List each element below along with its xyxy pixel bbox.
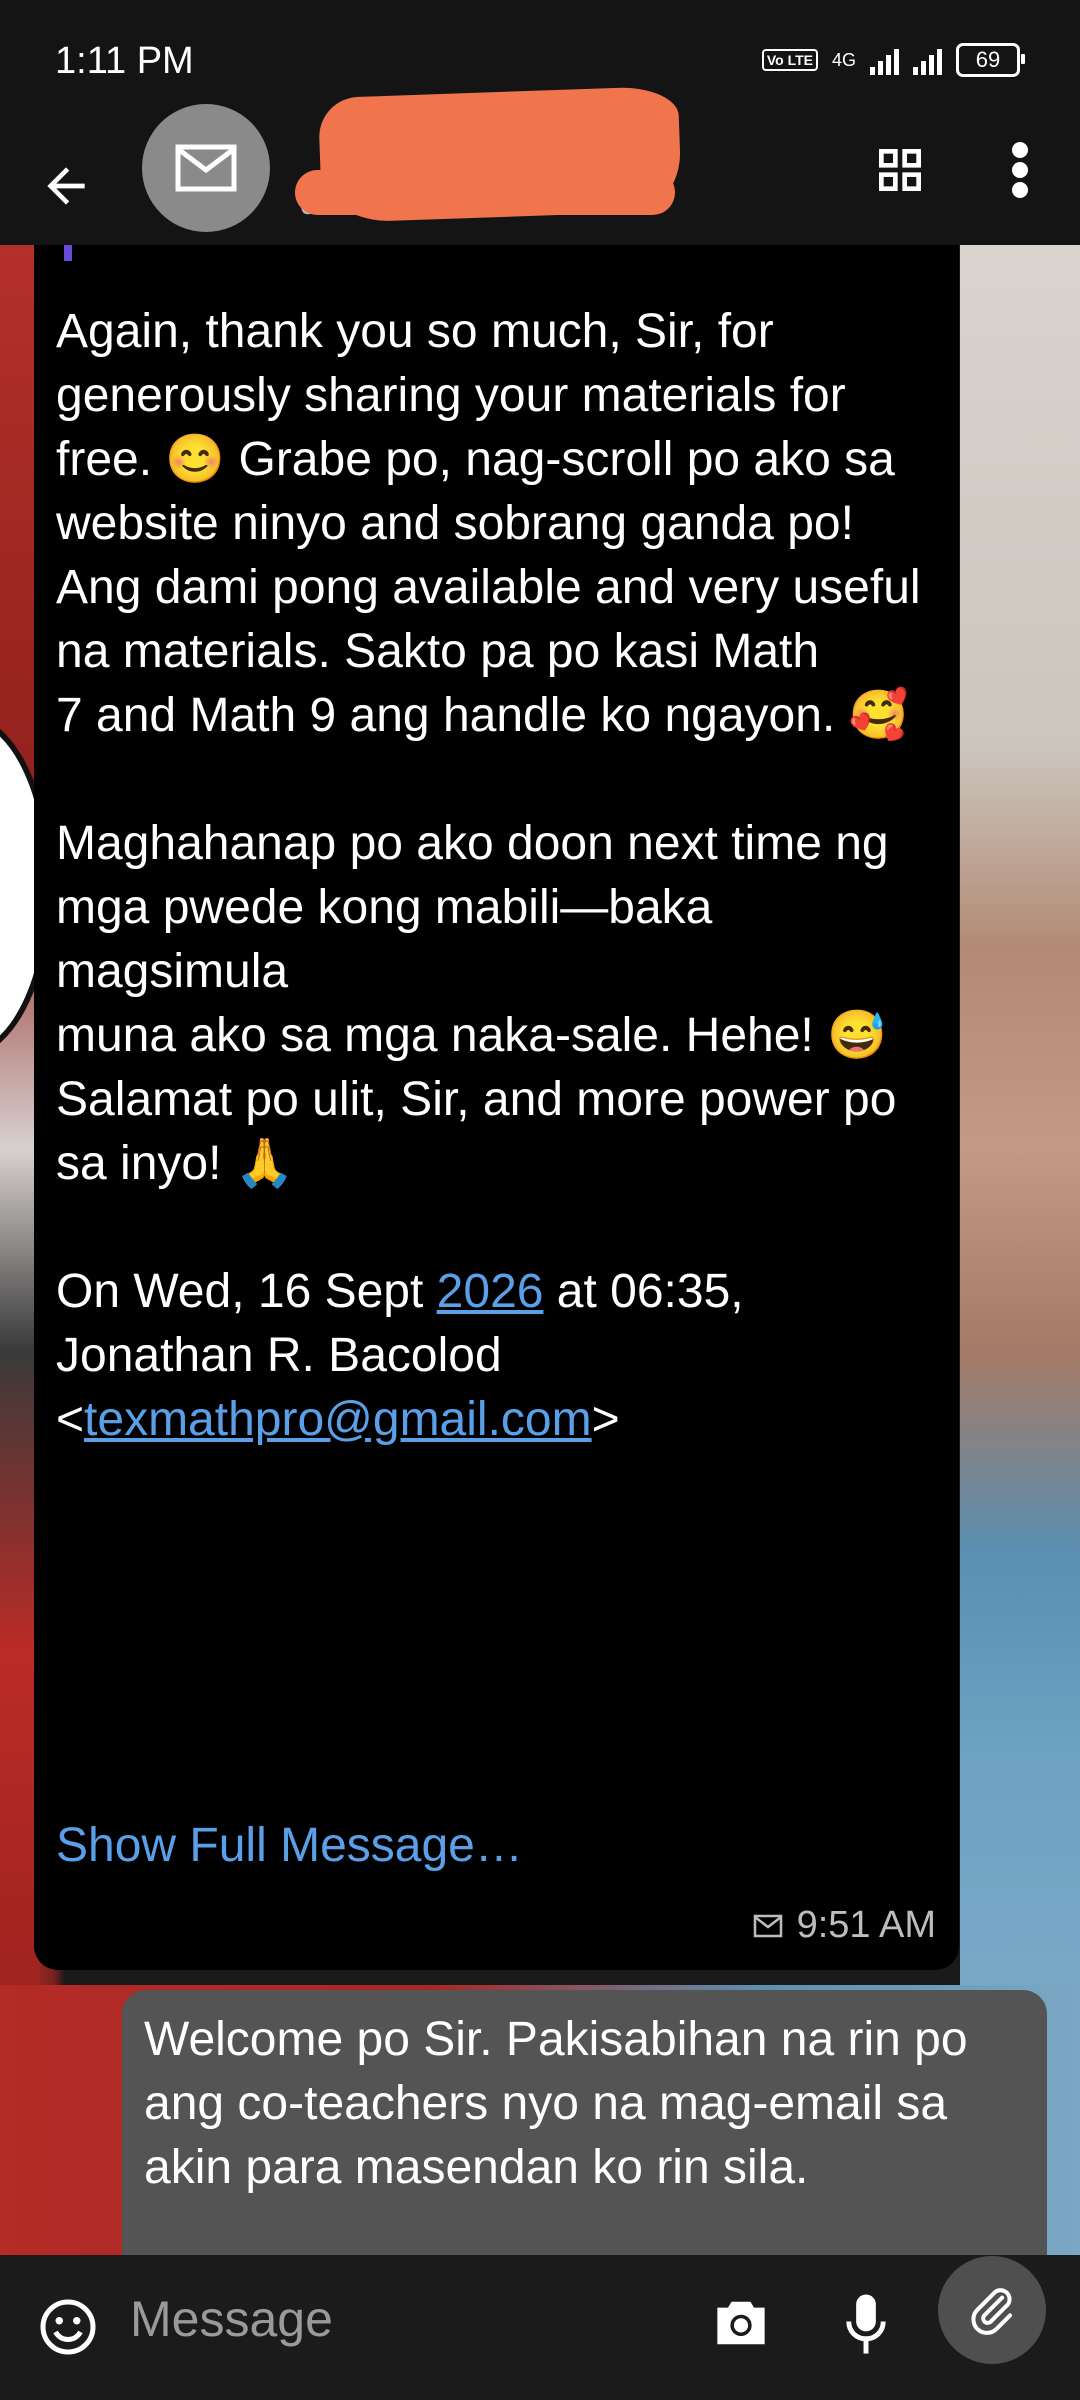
contact-avatar[interactable]	[142, 104, 270, 232]
outgoing-message-text: Welcome po Sir. Pakisabihan na rin po an…	[144, 2013, 968, 2194]
battery-level: 69	[975, 47, 1001, 72]
back-arrow-icon[interactable]	[38, 158, 94, 214]
status-time: 1:11 PM	[55, 40, 194, 82]
network-type: 4G	[831, 49, 856, 70]
message-paragraph-2: Maghahanap po ako doon next time ng mga …	[56, 817, 897, 1190]
show-full-message-link[interactable]: Show Full Message…	[56, 1818, 523, 1873]
emoji-icon[interactable]	[38, 2297, 98, 2357]
wallpaper-photo-right	[960, 245, 1080, 2255]
quote-end: >	[591, 1393, 620, 1446]
paperclip-icon	[971, 2288, 1013, 2335]
mail-icon	[175, 144, 237, 192]
volte-icon: Vo LTE	[761, 49, 818, 71]
signal-icon-2	[913, 45, 942, 75]
status-icons: Vo LTE 4G 69	[761, 38, 1025, 82]
signal-icon	[870, 45, 899, 75]
microphone-icon[interactable]	[846, 2292, 886, 2356]
camera-icon[interactable]	[712, 2297, 770, 2349]
more-vert-icon[interactable]	[1005, 140, 1035, 200]
email-link[interactable]: texmathpro@gmail.com	[84, 1393, 592, 1446]
message-time: 9:51 AM	[796, 1904, 936, 1946]
message-input[interactable]: Message	[130, 2290, 333, 2348]
mail-status-icon	[753, 1914, 782, 1937]
message-paragraph-1: Again, thank you so much, Sir, for gener…	[56, 305, 921, 742]
message-meta: 9:51 AM	[753, 1904, 936, 1947]
redaction-scribble-2	[295, 170, 675, 215]
date-link[interactable]: 2026	[437, 1265, 544, 1318]
quote-prefix: On Wed, 16 Sept	[56, 1265, 437, 1318]
incoming-message-text: Again, thank you so much, Sir, for gener…	[56, 300, 946, 1452]
grid-icon[interactable]	[872, 142, 928, 198]
quote-bar	[64, 245, 72, 261]
battery-icon: 69	[956, 43, 1025, 77]
attach-button[interactable]	[938, 2256, 1046, 2364]
quoted-header: On Wed, 16 Sept 2026 at 06:35, Jonathan …	[56, 1260, 946, 1452]
